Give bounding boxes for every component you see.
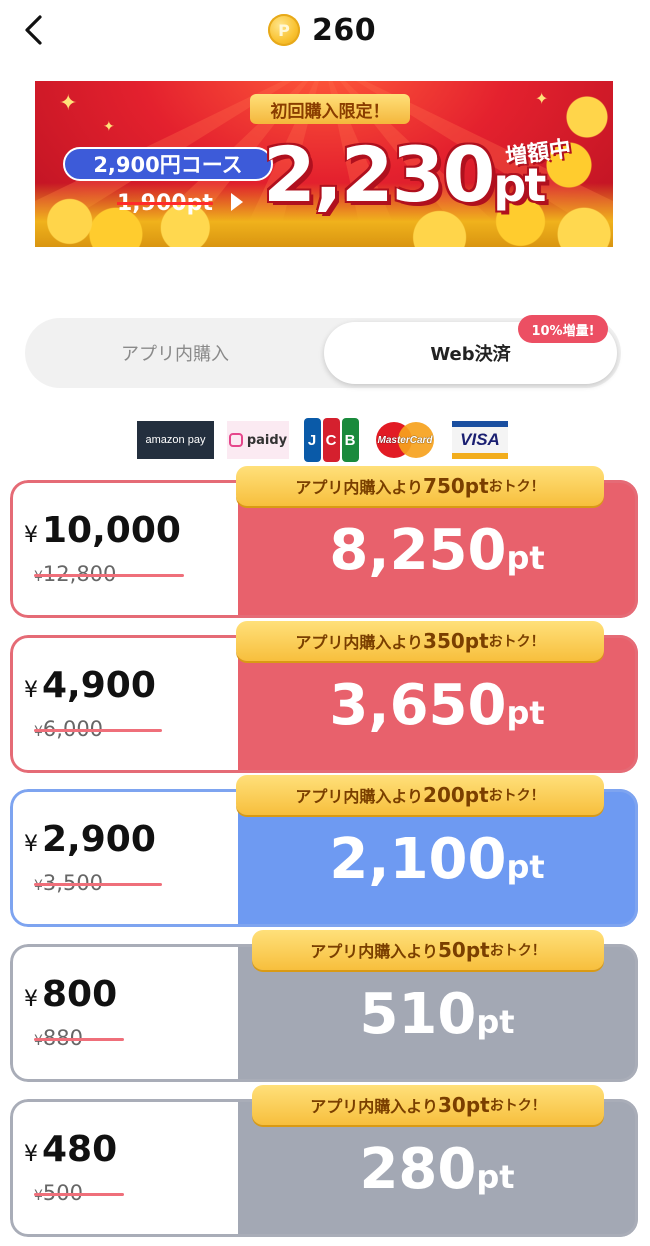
coin-symbol: P xyxy=(278,20,290,40)
visa-band-bottom xyxy=(452,453,508,459)
strikethrough-line xyxy=(34,883,162,886)
savings-ribbon-amount: 750pt xyxy=(423,474,489,498)
paidy-label: paidy xyxy=(246,432,288,448)
sparkle-icon: ✦ xyxy=(59,91,78,116)
jcb-letter-b: B xyxy=(341,418,359,462)
tab-in-app-purchase[interactable]: アプリ内購入 xyxy=(25,318,325,388)
yen-symbol: ¥ xyxy=(24,523,38,548)
pack-price: ¥4,900 xyxy=(24,665,156,706)
savings-ribbon-prefix: アプリ内購入より xyxy=(310,1097,438,1116)
yen-symbol: ¥ xyxy=(24,987,38,1012)
yen-symbol: ¥ xyxy=(34,724,43,740)
yen-symbol: ¥ xyxy=(34,878,43,894)
paidy-icon xyxy=(228,433,243,447)
savings-ribbon: アプリ内購入より 750pt おトク！ xyxy=(236,466,604,506)
balance-value: 260 xyxy=(312,12,377,48)
header: P 260 xyxy=(0,0,650,62)
visa-label: VISA xyxy=(460,430,500,449)
banner-new-points: 2,230pt xyxy=(263,137,546,213)
pack-points-value: 280 xyxy=(359,1137,477,1202)
pack-price-panel: ¥4,900 ¥6,000 xyxy=(10,635,238,773)
savings-ribbon-suffix: おトク！ xyxy=(488,634,545,650)
yen-symbol: ¥ xyxy=(24,832,38,857)
arrow-right-icon xyxy=(231,193,243,211)
savings-ribbon-amount: 200pt xyxy=(423,783,489,807)
pack-price-value: 10,000 xyxy=(42,510,181,551)
pack-price-panel: ¥2,900 ¥3,500 xyxy=(10,789,238,927)
savings-ribbon: アプリ内購入より 200pt おトク！ xyxy=(236,775,604,815)
web-bonus-badge: 10%増量! xyxy=(518,315,608,343)
sparkle-icon: ✦ xyxy=(103,119,115,135)
savings-ribbon-suffix: おトク！ xyxy=(489,1098,546,1114)
pack-price-value: 800 xyxy=(42,974,118,1015)
pack-price-panel: ¥800 ¥880 xyxy=(10,944,238,1082)
mastercard-label: MasterCard xyxy=(377,434,433,446)
chevron-left-icon xyxy=(25,15,42,45)
savings-ribbon-prefix: アプリ内購入より xyxy=(295,633,424,652)
yen-symbol: ¥ xyxy=(34,569,43,585)
pack-points-value: 2,100 xyxy=(329,827,507,892)
jcb-letter-c: C xyxy=(322,418,340,462)
pack-points-unit: pt xyxy=(506,848,545,886)
strikethrough-line xyxy=(34,1193,124,1196)
strikethrough-line xyxy=(34,574,184,577)
savings-ribbon-prefix: アプリ内購入より xyxy=(295,478,424,497)
banner-tag: 初回購入限定！ xyxy=(250,94,410,124)
banner-old-points: 1,900pt xyxy=(117,191,213,216)
savings-ribbon: アプリ内購入より 30pt おトク！ xyxy=(252,1085,604,1125)
pack-points: 280pt xyxy=(236,1137,638,1202)
pack-points-value: 8,250 xyxy=(329,518,507,583)
pack-points-value: 510 xyxy=(359,982,477,1047)
amazon-pay-logo: amazon pay xyxy=(137,421,214,459)
pack-points: 510pt xyxy=(236,982,638,1047)
savings-ribbon-prefix: アプリ内購入より xyxy=(295,787,424,806)
pack-price: ¥800 xyxy=(24,974,117,1015)
coin-icon: P xyxy=(268,14,300,46)
pack-points-unit: pt xyxy=(506,694,545,732)
pack-price-value: 480 xyxy=(42,1129,118,1170)
jcb-logo: J C B xyxy=(303,418,359,462)
jcb-letter-j: J xyxy=(303,418,321,462)
pack-price-value: 2,900 xyxy=(42,819,156,860)
yen-symbol: ¥ xyxy=(24,678,38,703)
amazon-pay-label: amazon pay xyxy=(145,434,206,446)
pack-points: 3,650pt xyxy=(236,673,638,738)
pack-price: ¥10,000 xyxy=(24,510,181,551)
pack-points-unit: pt xyxy=(476,1003,515,1041)
pack-points: 8,250pt xyxy=(236,518,638,583)
savings-ribbon-suffix: おトク！ xyxy=(489,943,546,959)
pack-price-panel: ¥480 ¥500 xyxy=(10,1099,238,1237)
savings-ribbon-suffix: おトク！ xyxy=(488,479,545,495)
first-purchase-banner[interactable]: ✦ ✦ ✦ 初回購入限定！ 2,900円コース 1,900pt 2,230pt … xyxy=(35,81,613,247)
banner-course: 2,900円コース xyxy=(63,147,273,181)
savings-ribbon-prefix: アプリ内購入より xyxy=(310,942,438,961)
paidy-logo: paidy xyxy=(227,421,289,459)
pack-price-panel: ¥10,000 ¥12,800 xyxy=(10,480,238,618)
pack-points-value: 3,650 xyxy=(329,673,507,738)
strikethrough-line xyxy=(34,1038,124,1041)
pack-points: 2,100pt xyxy=(236,827,638,892)
savings-ribbon-amount: 350pt xyxy=(423,629,489,653)
savings-ribbon-amount: 30pt xyxy=(437,1093,490,1117)
yen-symbol: ¥ xyxy=(24,1142,38,1167)
strikethrough-line xyxy=(34,729,162,732)
pack-price-value: 4,900 xyxy=(42,665,156,706)
pack-points-unit: pt xyxy=(476,1158,515,1196)
visa-logo: VISA xyxy=(452,421,508,459)
savings-ribbon-amount: 50pt xyxy=(437,938,490,962)
pack-price: ¥2,900 xyxy=(24,819,156,860)
sparkle-icon: ✦ xyxy=(535,89,549,108)
point-balance: P 260 xyxy=(268,12,377,48)
yen-symbol: ¥ xyxy=(34,1033,43,1049)
savings-ribbon: アプリ内購入より 50pt おトク！ xyxy=(252,930,604,970)
savings-ribbon: アプリ内購入より 350pt おトク！ xyxy=(236,621,604,661)
back-button[interactable] xyxy=(18,12,52,48)
mastercard-logo: MasterCard xyxy=(374,421,436,459)
pack-price: ¥480 xyxy=(24,1129,117,1170)
yen-symbol: ¥ xyxy=(34,1188,43,1204)
savings-ribbon-suffix: おトク！ xyxy=(488,788,545,804)
pack-points-unit: pt xyxy=(506,539,545,577)
banner-new-points-number: 2,230 xyxy=(263,130,495,219)
